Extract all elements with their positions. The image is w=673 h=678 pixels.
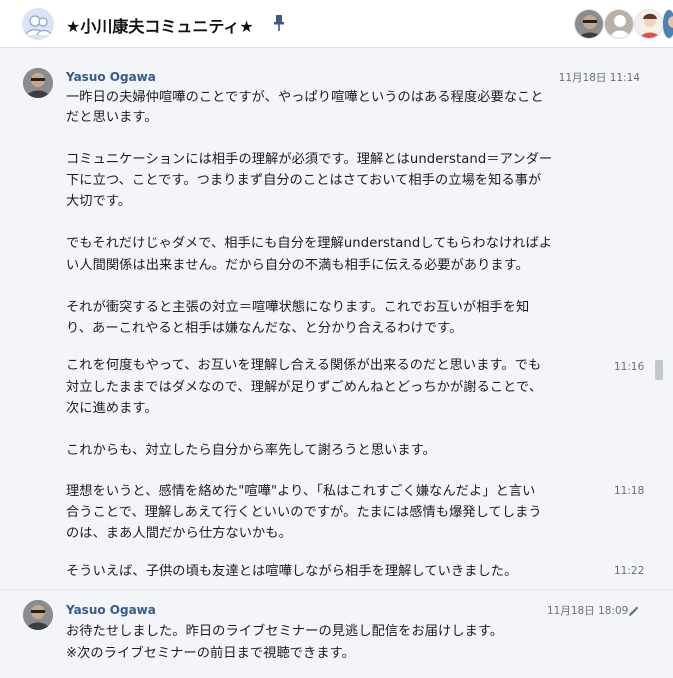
sender-avatar[interactable] — [23, 600, 53, 630]
pin-icon[interactable] — [272, 14, 286, 32]
message-line: り、あーこれやると相手は嫌なんだな、と分かり合えるわけです。 — [66, 321, 463, 336]
member-avatar-default[interactable] — [604, 9, 634, 39]
message-line: のは、まあ人間だから仕方ないかも。 — [66, 526, 292, 541]
message-line: でもそれだけじゃダメで、相手にも自分を理解understandしてもらわなければ… — [66, 236, 553, 251]
member-avatar-yasuo[interactable] — [574, 9, 604, 39]
message-line: これからも、対立したら自分から率先して謝ろうと思います。 — [66, 443, 436, 458]
message-line: い人間関係は出来ません。だから自分の不満も相手に伝える必要があります。 — [66, 258, 529, 273]
message-line: 対立したままではダメなので、理解が足りずごめんねとどっちかが謝ることで、 — [66, 380, 543, 395]
message-line: お待たせしました。昨日のライブセミナーの見逃し配信をお届けします。 — [66, 624, 504, 639]
sender-avatar[interactable] — [23, 68, 53, 98]
message-timestamp: 11:16 — [614, 361, 645, 373]
room-avatar[interactable] — [22, 8, 54, 40]
message-line: 一昨日の夫婦仲喧嘩のことですが、やっぱり喧嘩というのはある程度必要なこと — [66, 90, 544, 105]
message-timestamp: 11月18日 18:09 — [547, 605, 629, 617]
message-timestamp: 11月18日 11:14 — [558, 72, 640, 84]
message-timestamp: 11:22 — [614, 565, 645, 577]
message-line: 次に進めます。 — [66, 401, 158, 416]
sender-name[interactable]: Yasuo Ogawa — [66, 70, 156, 84]
message-line: 理想をいうと、感情を絡めた"喧嘩"より、「私はこれすごく嫌なんだよ」と言い — [66, 484, 536, 499]
message-line: だと思います。 — [66, 110, 158, 125]
message-line: それが衝突すると主張の対立＝喧嘩状態になります。これでお互いが相手を知 — [66, 300, 530, 315]
edit-icon[interactable] — [627, 603, 639, 616]
message-line: 大切です。 — [66, 194, 132, 209]
message-line: 合うことで、理解しあえて行くといいのですが。たまには感情も爆発してしまう — [66, 505, 542, 520]
message-line: 下に立つ、ことです。つまりまず自分のことはさておいて相手の立場を知る事が — [66, 173, 542, 188]
message-divider — [0, 589, 673, 590]
message-line: コミュニケーションには相手の理解が必須です。理解とはunderstand＝アンダ… — [66, 152, 553, 167]
message-timestamp: 11:18 — [614, 485, 645, 497]
scrollbar-thumb[interactable] — [655, 360, 663, 380]
message-line: そういえば、子供の頃も友達とは喧嘩しながら相手を理解していきました。 — [66, 564, 518, 579]
sender-name[interactable]: Yasuo Ogawa — [66, 603, 156, 617]
message-line: ※次のライブセミナーの前日まで視聴できます。 — [66, 646, 355, 661]
member-avatar-partial[interactable] — [662, 9, 673, 39]
room-header: ★小川康夫コミュニティ★ — [0, 0, 673, 48]
message-line: これを何度もやって、お互いを理解し合える関係が出来るのだと思います。でも — [66, 358, 542, 373]
room-title: ★小川康夫コミュニティ★ — [66, 17, 254, 36]
member-avatar-woman[interactable] — [634, 9, 664, 39]
